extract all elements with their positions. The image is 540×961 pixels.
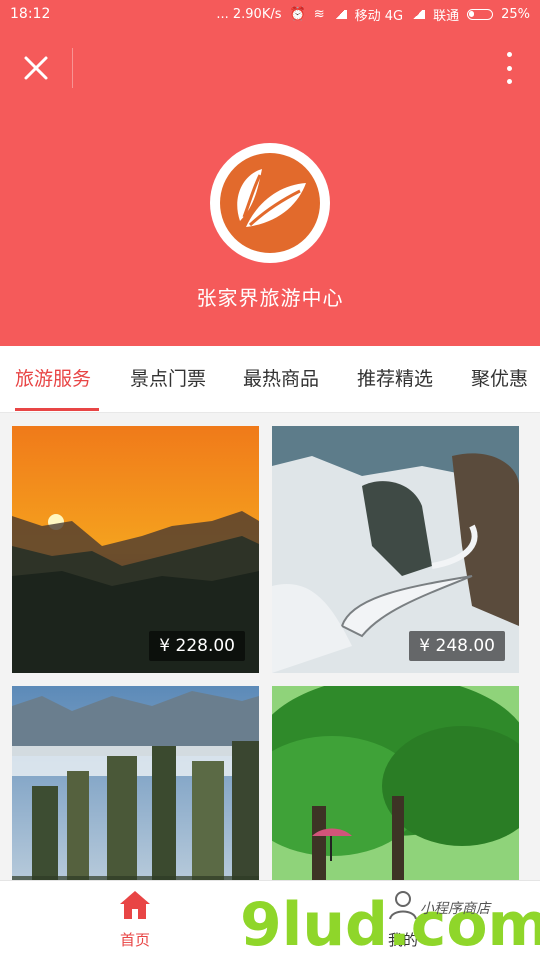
product-card[interactable] [12, 686, 259, 880]
home-label: 首页 [119, 931, 150, 949]
network-speed: ... 2.90K/s [216, 6, 282, 22]
alarm-icon: ⏰ [289, 6, 306, 22]
battery-icon [467, 8, 494, 20]
watermark: 9lud.com 小程序商店 [240, 890, 540, 960]
tab-recommended[interactable]: 推荐精选 [357, 346, 433, 412]
dot [506, 65, 512, 71]
tab-travel-service[interactable]: 旅游服务 [15, 346, 91, 412]
signal-icon-2 [411, 9, 426, 19]
more-options-icon[interactable] [502, 46, 516, 90]
tab-deals[interactable]: 聚优惠 [471, 346, 528, 412]
status-time: 18:12 [10, 6, 51, 22]
status-indicators: ... 2.90K/s ⏰ ≋ 移动 4G 联通 25% [216, 5, 530, 24]
battery-fill [469, 10, 475, 17]
store-logo [210, 143, 330, 263]
dot [506, 79, 512, 84]
close-icon[interactable] [18, 50, 54, 86]
status-bar: 18:12 ... 2.90K/s ⏰ ≋ 移动 4G 联通 25% [0, 0, 540, 28]
header-divider [72, 48, 73, 88]
product-card[interactable]: ¥ 228.00 [12, 426, 259, 673]
home-icon [120, 891, 150, 919]
watermark-logo: 9lud.com [240, 890, 540, 960]
wifi-icon: ≋ [313, 6, 325, 22]
product-price: ¥ 228.00 [149, 631, 245, 661]
dot [506, 52, 512, 57]
active-tab-indicator [15, 408, 99, 411]
battery-percent: 25% [501, 6, 530, 22]
carrier-1: 移动 4G [354, 8, 404, 24]
tab-home[interactable]: 首页 [100, 889, 170, 950]
tab-hot-products[interactable]: 最热商品 [243, 346, 319, 412]
tab-tickets[interactable]: 景点门票 [130, 346, 206, 412]
product-image-stone-pillars [12, 686, 259, 880]
carrier-2: 联通 [433, 8, 460, 24]
product-card[interactable]: ¥ 248.00 [272, 426, 519, 673]
product-price: ¥ 248.00 [409, 631, 505, 661]
product-card[interactable] [272, 686, 519, 880]
store-name: 张家界旅游中心 [196, 286, 344, 310]
watermark-subtext: 小程序商店 [420, 901, 490, 917]
product-image-green-tree [272, 686, 519, 880]
store-header: 张家界旅游中心 [0, 28, 540, 346]
signal-icon [332, 9, 347, 19]
category-tabs: 旅游服务 景点门票 最热商品 推荐精选 聚优惠 [0, 346, 540, 413]
product-grid: ¥ 228.00 ¥ 248.00 [0, 413, 540, 880]
